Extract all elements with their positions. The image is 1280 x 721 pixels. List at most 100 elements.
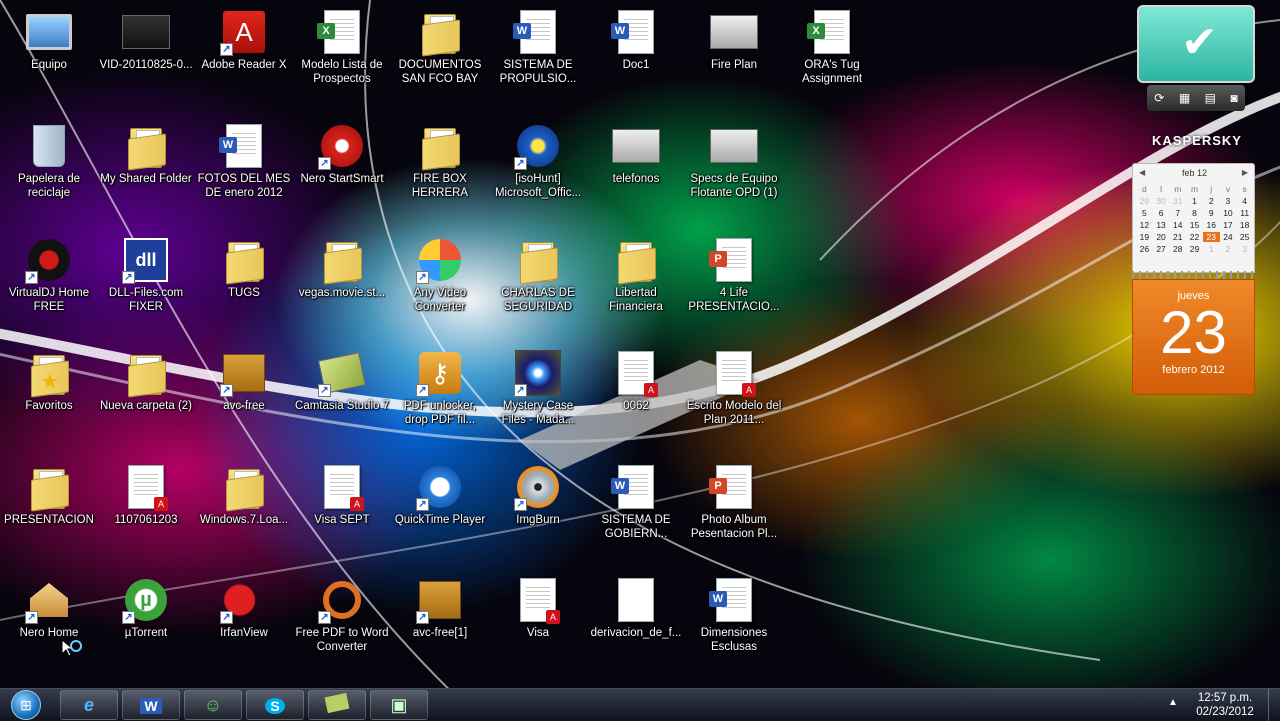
calendar-day[interactable]: 10 [1220, 208, 1237, 218]
desktop-icon[interactable]: Nueva carpeta (2) [98, 343, 194, 443]
desktop-icon[interactable]: A Visa [490, 570, 586, 670]
calendar-day[interactable]: 29 [1136, 196, 1153, 206]
desktop-icon[interactable]: telefonos [588, 116, 684, 216]
calendar-gadget[interactable]: ◀ feb 12 ▶ d l m m j v s 29 30 31 1 2 3 4 5 6 7 8 9 10 11 12 1… [1132, 163, 1255, 395]
calendar-day[interactable]: 3 [1236, 244, 1253, 254]
desktop-icon[interactable]: W Doc1 [588, 2, 684, 102]
calendar-today-view[interactable]: jueves 23 febrero 2012 [1132, 279, 1255, 395]
next-month-icon[interactable]: ▶ [1242, 168, 1248, 177]
calendar-day[interactable]: 27 [1153, 244, 1170, 254]
calendar-day[interactable]: 9 [1203, 208, 1220, 218]
desktop-icon[interactable]: vegas.movie.st... [294, 230, 390, 330]
desktop-icon[interactable]: Libertad Financiera [588, 230, 684, 330]
show-hidden-icons-icon[interactable]: ▲ [1168, 697, 1178, 708]
report-icon[interactable]: ▤ [1205, 91, 1216, 105]
calendar-day[interactable]: 30 [1153, 196, 1170, 206]
calendar-day[interactable]: 24 [1220, 232, 1237, 242]
calendar-day[interactable]: 17 [1220, 220, 1237, 230]
desktop-icon[interactable]: A Escrito Modelo del Plan 2011... [686, 343, 782, 443]
desktop-icon[interactable]: VID-20110825-0... [98, 2, 194, 102]
calendar-day[interactable]: 15 [1186, 220, 1203, 230]
desktop-icon[interactable]: W SISTEMA DE GOBIERN... [588, 457, 684, 557]
calendar-day[interactable]: 4 [1236, 196, 1253, 206]
taskbar-app-button[interactable]: W [122, 690, 180, 720]
desktop-icon[interactable]: A ↗ Adobe Reader X [196, 2, 292, 102]
calendar-day[interactable]: 23 [1202, 232, 1220, 242]
desktop-icon[interactable]: DOCUMENTOS SAN FCO BAY [392, 2, 488, 102]
taskbar-clock[interactable]: 12:57 p.m. 02/23/2012 [1190, 691, 1260, 719]
desktop-icon[interactable]: W FOTOS DEL MES DE enero 2012 [196, 116, 292, 216]
desktop-icon[interactable]: W Dimensiones Esclusas [686, 570, 782, 670]
calendar-day[interactable]: 3 [1220, 196, 1237, 206]
desktop-icon[interactable]: PRESENTACION [1, 457, 97, 557]
calendar-day[interactable]: 2 [1203, 196, 1220, 206]
calendar-day[interactable]: 1 [1203, 244, 1220, 254]
desktop-icon[interactable]: ↗ [isoHunt] Microsoft_Offic... [490, 116, 586, 216]
desktop-icon[interactable]: Specs de Equipo Flotante OPD (1) [686, 116, 782, 216]
desktop-icon[interactable]: ⚷ ↗ PDF unlocker, drop PDF fil... [392, 343, 488, 443]
calendar-day[interactable]: 16 [1203, 220, 1220, 230]
taskbar-app-button[interactable]: S [246, 690, 304, 720]
desktop-icon[interactable]: ↗ IrfanView [196, 570, 292, 670]
calendar-day[interactable]: 20 [1153, 232, 1170, 242]
desktop-icon[interactable]: ↗ Nero StartSmart [294, 116, 390, 216]
desktop-icon[interactable]: FIRE BOX HERRERA [392, 116, 488, 216]
calendar-day[interactable]: 12 [1136, 220, 1153, 230]
desktop-icon[interactable]: Fire Plan [686, 2, 782, 102]
desktop-icon[interactable]: A Visa SEPT [294, 457, 390, 557]
desktop-icon[interactable]: ↗ ImgBurn [490, 457, 586, 557]
calendar-day[interactable]: 18 [1236, 220, 1253, 230]
kaspersky-gadget[interactable]: ✔ ⟳ ▦ ▤ ◙ KASPERSKY [1137, 5, 1257, 153]
desktop-icon[interactable]: ★ Favoritos [1, 343, 97, 443]
calendar-day[interactable]: 26 [1136, 244, 1153, 254]
start-button[interactable]: ⊞ [6, 689, 46, 721]
desktop-icon[interactable]: My Shared Folder [98, 116, 194, 216]
calendar-day[interactable]: 19 [1136, 232, 1153, 242]
desktop-icon[interactable]: Windows.7.Loa... [196, 457, 292, 557]
desktop-icon[interactable]: X ORA's Tug Assignment [784, 2, 880, 102]
desktop-icon[interactable]: derivacion_de_f... [588, 570, 684, 670]
desktop-icon[interactable]: A 0062 [588, 343, 684, 443]
calendar-day[interactable]: 2 [1220, 244, 1237, 254]
desktop-icon[interactable]: CHARLAS DE SEGURIDAD [490, 230, 586, 330]
desktop-icon[interactable]: ↗ Free PDF to Word Converter [294, 570, 390, 670]
desktop-icon[interactable]: TUGS [196, 230, 292, 330]
taskbar-app-button[interactable] [308, 690, 366, 720]
calendar-day[interactable]: 22 [1186, 232, 1203, 242]
calendar-day[interactable]: 5 [1136, 208, 1153, 218]
desktop-icon[interactable]: ↗ VirtualDJ Home FREE [1, 230, 97, 330]
taskbar-app-button[interactable]: ▣ [370, 690, 428, 720]
desktop-icon[interactable]: ↗ Camtasia Studio 7 [294, 343, 390, 443]
calendar-day[interactable]: 13 [1153, 220, 1170, 230]
calendar-day[interactable]: 31 [1169, 196, 1186, 206]
calendar-day[interactable]: 11 [1236, 208, 1253, 218]
desktop-icon[interactable]: ↗ Mystery Case Files - Mada... [490, 343, 586, 443]
taskbar-app-button[interactable]: ☺ [184, 690, 242, 720]
desktop-icon[interactable]: W SISTEMA DE PROPULSIO... [490, 2, 586, 102]
desktop-icon[interactable]: dll ↗ DLL-Files.com FIXER [98, 230, 194, 330]
calendar-day[interactable]: 6 [1153, 208, 1170, 218]
kaspersky-status-screen[interactable]: ✔ [1137, 5, 1255, 83]
calendar-day[interactable]: 8 [1186, 208, 1203, 218]
desktop-icon[interactable]: Equipo [1, 2, 97, 102]
calendar-day[interactable]: 29 [1186, 244, 1203, 254]
calendar-day[interactable]: 25 [1236, 232, 1253, 242]
calendar-day[interactable]: 21 [1169, 232, 1186, 242]
desktop-icon[interactable]: P 4 Life PRESENTACIO... [686, 230, 782, 330]
desktop-icon[interactable]: A 1107061203 [98, 457, 194, 557]
calendar-day[interactable]: 28 [1169, 244, 1186, 254]
desktop-icon[interactable]: X Modelo Lista de Prospectos [294, 2, 390, 102]
update-icon[interactable]: ⟳ [1154, 91, 1164, 105]
calendar-day[interactable]: 1 [1186, 196, 1203, 206]
calendar-day[interactable]: 7 [1169, 208, 1186, 218]
desktop-icon[interactable]: ↗ avc-free [196, 343, 292, 443]
calendar-icon[interactable]: ▦ [1179, 91, 1190, 105]
desktop-icon[interactable]: ↗ Any Video Converter [392, 230, 488, 330]
taskbar-app-button[interactable]: e [60, 690, 118, 720]
desktop-icon[interactable]: Papelera de reciclaje [1, 116, 97, 216]
calendar-day[interactable]: 14 [1169, 220, 1186, 230]
desktop-icon[interactable]: ↗ QuickTime Player [392, 457, 488, 557]
desktop-icon[interactable]: P Photo Album Pesentacion Pl... [686, 457, 782, 557]
desktop-icon[interactable]: ↗ avc-free[1] [392, 570, 488, 670]
settings-icon[interactable]: ◙ [1231, 91, 1238, 105]
